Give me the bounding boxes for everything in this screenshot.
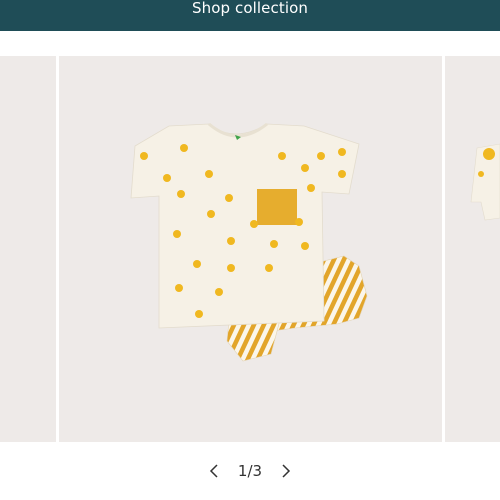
next-slide-peek[interactable] <box>445 56 500 442</box>
product-image-gallery[interactable] <box>0 56 500 442</box>
shop-collection-label[interactable]: Shop collection <box>192 1 308 16</box>
chevron-left-icon <box>209 464 218 478</box>
product-image-slide[interactable] <box>59 56 489 442</box>
next-slide-button[interactable] <box>270 456 300 486</box>
shop-collection-banner[interactable]: Shop collection <box>0 0 500 31</box>
previous-slide-button[interactable] <box>200 456 230 486</box>
slide-counter: 1/3 <box>237 462 263 480</box>
chevron-right-icon <box>282 464 291 478</box>
product-image <box>130 122 368 362</box>
next-product-image <box>470 143 500 221</box>
previous-slide-peek[interactable] <box>0 56 56 442</box>
slide-pager: 1/3 <box>0 456 500 486</box>
